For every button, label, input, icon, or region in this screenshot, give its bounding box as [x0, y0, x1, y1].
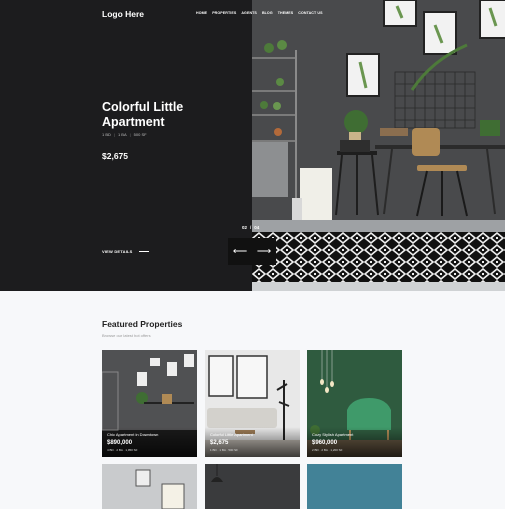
nav-themes[interactable]: THEMES [278, 11, 294, 15]
next-arrow-icon[interactable]: ⟶ [252, 238, 276, 265]
slider-controls: ⟵ ⟶ [228, 238, 276, 265]
featured-properties-section: Featured Properties Browse our latest ho… [0, 291, 505, 509]
card-specs: 2 BD · 2 BA · 1,200 SF [312, 448, 343, 452]
spec-divider: | [129, 132, 131, 137]
nav-agents[interactable]: AGENTS [241, 11, 257, 15]
patterned-rug [252, 232, 505, 282]
hero-specs: 1 BD | 1 BA | 500 SF [102, 132, 147, 137]
featured-title: Featured Properties [102, 319, 183, 329]
property-photo [205, 464, 300, 509]
card-price: $960,000 [312, 440, 338, 446]
property-card-partial[interactable] [102, 464, 197, 509]
card-specs: 4 BD · 2 BA · 1,950 SF [107, 448, 138, 452]
card-specs: 1 BD · 1 BA · 500 SF [210, 448, 239, 452]
slide-current: 02 [242, 225, 248, 230]
slide-separator: / [250, 225, 252, 230]
featured-subtitle: Browse our latest hot offers [102, 333, 151, 338]
property-photo [307, 464, 402, 509]
nav-home[interactable]: HOME [196, 11, 207, 15]
hero-title: Colorful Little Apartment [102, 100, 184, 129]
slide-total: 04 [254, 225, 260, 230]
nav-blog[interactable]: BLOG [262, 11, 273, 15]
card-price: $2,675 [210, 440, 229, 446]
property-card-partial[interactable] [307, 464, 402, 509]
hero-image [252, 0, 505, 291]
main-navigation: HOME PROPERTIES AGENTS BLOG THEMES CONTA… [196, 11, 323, 15]
property-photo [102, 464, 197, 509]
link-line [138, 251, 149, 252]
spec-bedrooms: 1 BD [102, 132, 111, 137]
spec-divider: | [113, 132, 115, 137]
prev-arrow-icon[interactable]: ⟵ [228, 238, 252, 265]
spec-area: 500 SF [133, 132, 147, 137]
hero-info-panel [0, 0, 252, 291]
view-details-link[interactable]: VIEW DETAILS [102, 249, 149, 254]
hero-price: $2,675 [102, 151, 128, 161]
nav-properties[interactable]: PROPERTIES [212, 11, 236, 15]
property-card[interactable]: Cozy Stylish Apartment $960,000 2 BD · 2… [307, 350, 402, 457]
view-details-label[interactable]: VIEW DETAILS [102, 249, 133, 254]
card-price: $890,000 [107, 440, 133, 446]
property-card[interactable]: Colorful Little Apartment $2,675 1 BD · … [205, 350, 300, 457]
slide-counter: 02 / 04 [242, 225, 259, 230]
property-card-partial[interactable] [205, 464, 300, 509]
card-name[interactable]: Chic Apartment in Downtown [107, 432, 158, 437]
nav-contact-us[interactable]: CONTACT US [298, 11, 322, 15]
property-card[interactable]: Chic Apartment in Downtown $890,000 4 BD… [102, 350, 197, 457]
spec-bathrooms: 1 BA [117, 132, 127, 137]
card-name[interactable]: Colorful Little Apartment [210, 432, 253, 437]
hero-section: Logo Here HOME PROPERTIES AGENTS BLOG TH… [0, 0, 505, 291]
site-logo[interactable]: Logo Here [102, 9, 144, 19]
floor [252, 282, 505, 291]
card-name[interactable]: Cozy Stylish Apartment [312, 432, 353, 437]
